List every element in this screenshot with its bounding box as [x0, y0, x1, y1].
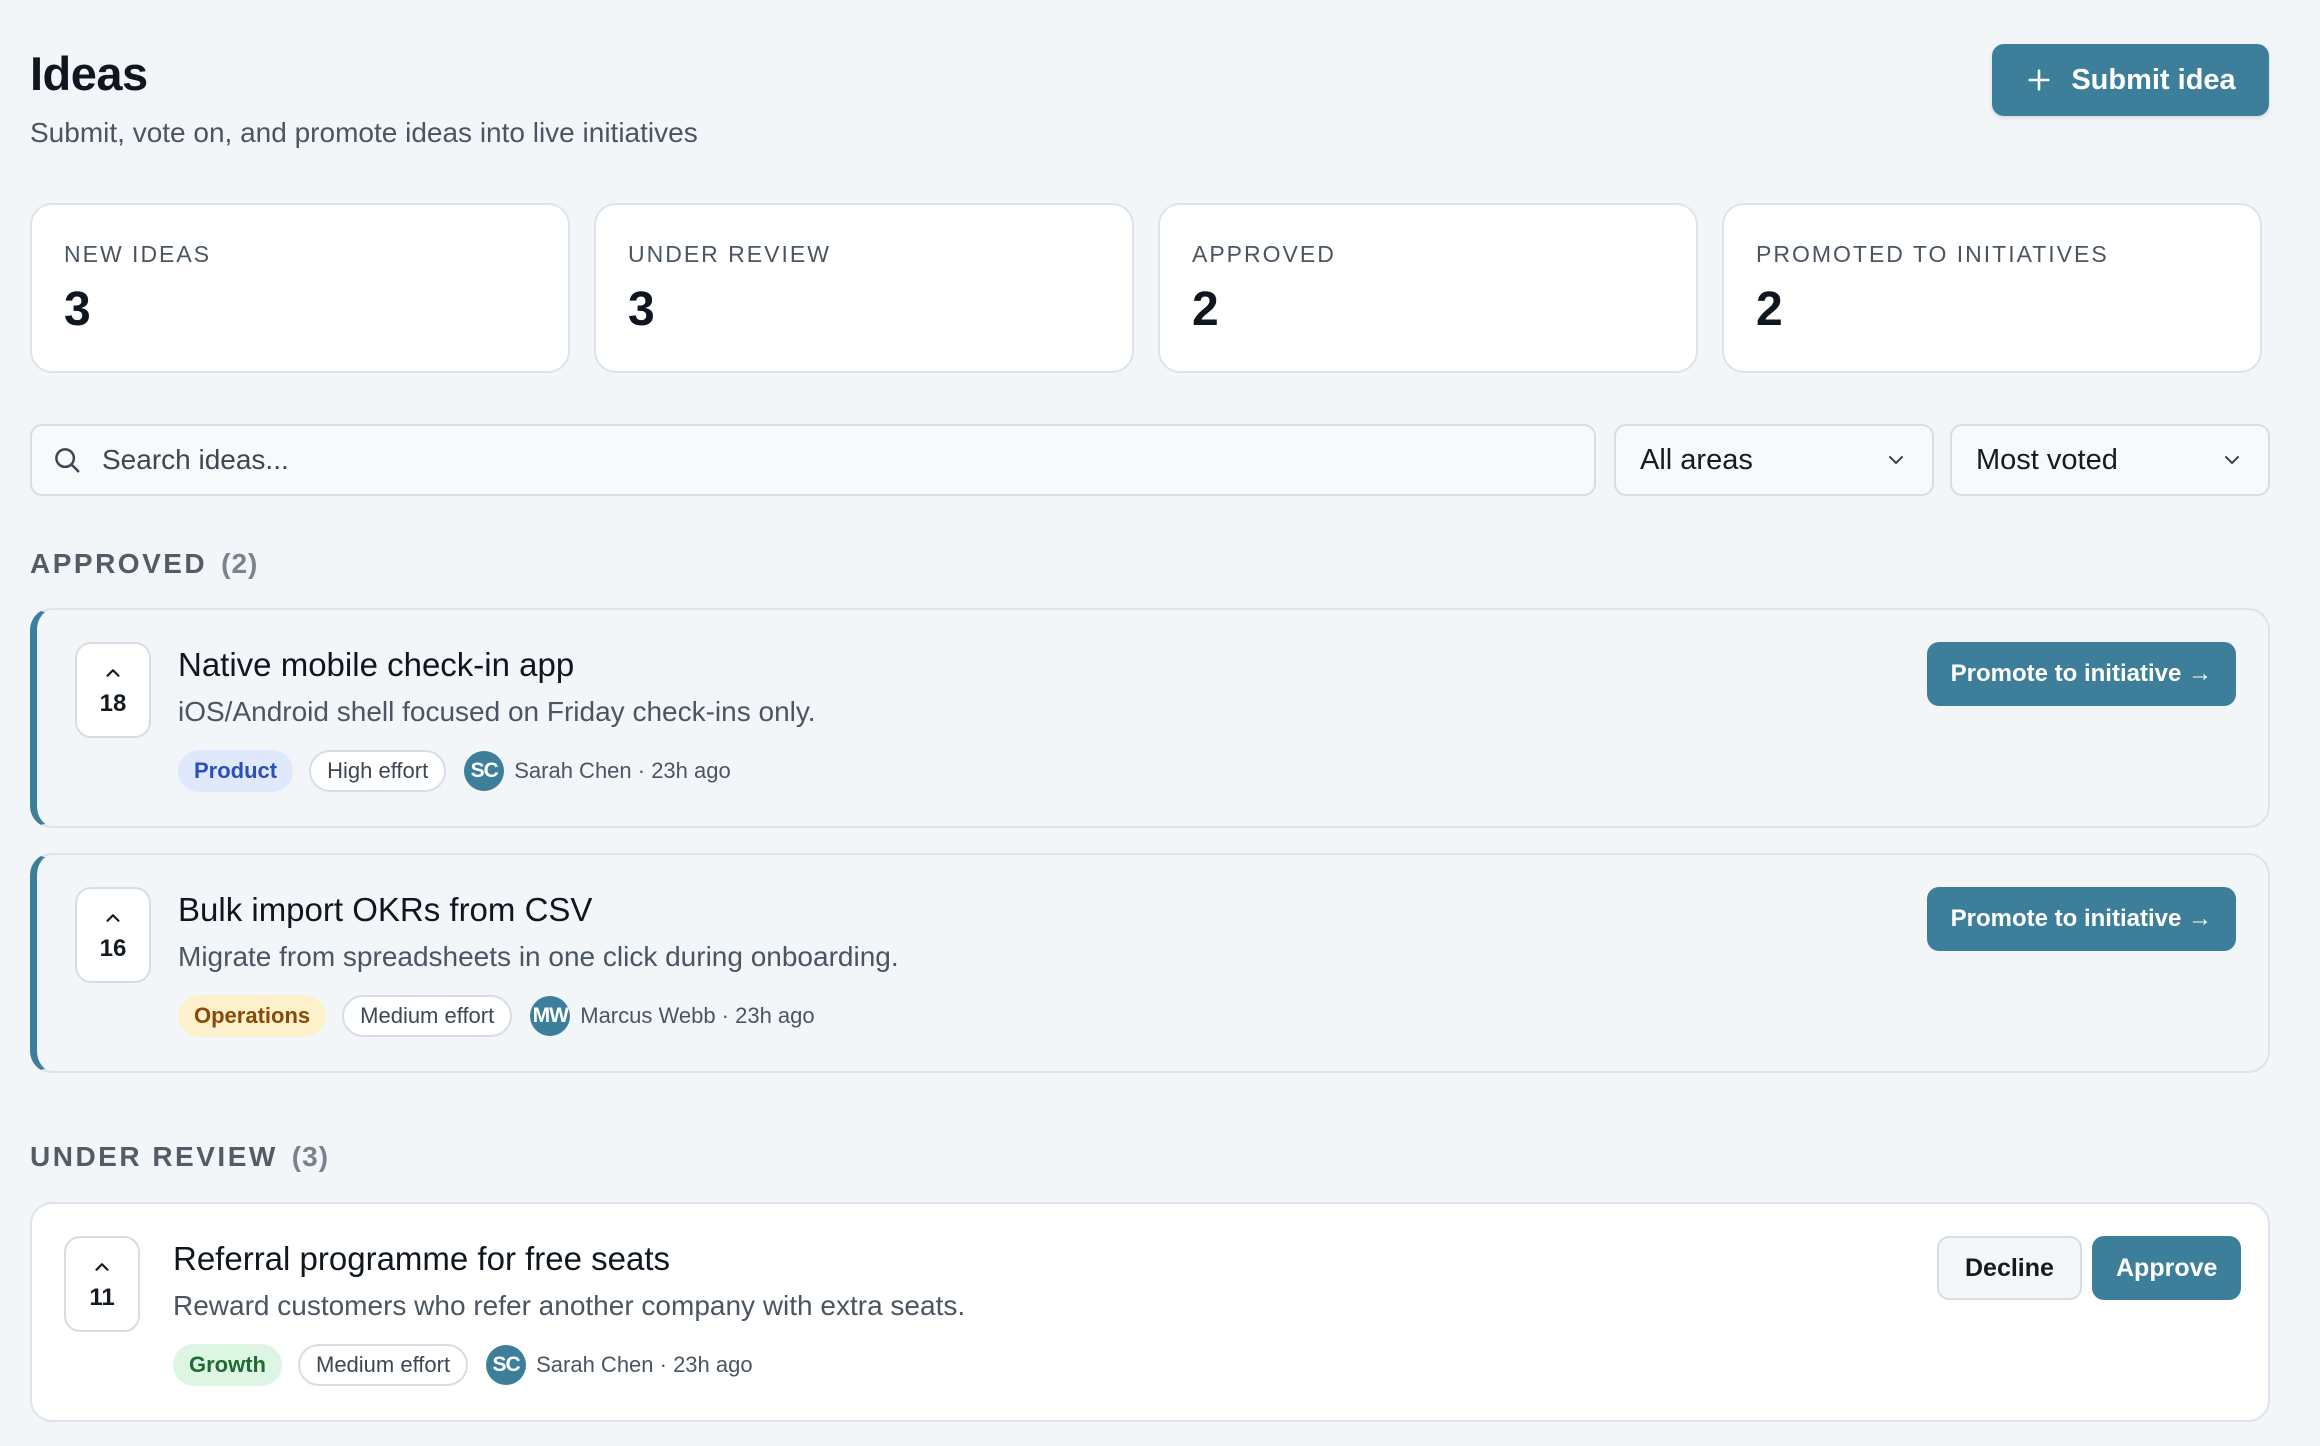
vote-count: 16: [99, 935, 127, 962]
section-count: (2): [221, 548, 259, 579]
decline-button[interactable]: Decline: [1937, 1236, 2082, 1300]
search-icon: [55, 448, 80, 473]
area-tag: Growth: [173, 1344, 282, 1386]
promote-to-initiative-button[interactable]: Promote to initiative →: [1926, 887, 2236, 951]
vote-count: 18: [99, 690, 127, 717]
idea-meta: Product High effort SC Sarah Chen · 23h …: [178, 750, 731, 792]
idea-description: Migrate from spreadsheets in one click d…: [178, 941, 899, 972]
area-tag: Product: [178, 750, 294, 792]
effort-badge: Medium effort: [342, 995, 513, 1037]
stat-label: APPROVED: [1192, 241, 1336, 267]
stat-value: 2: [1192, 283, 1219, 336]
stat-card-approved: APPROVED 2: [1158, 203, 1698, 373]
idea-description: iOS/Android shell focused on Friday chec…: [178, 696, 816, 727]
area-tag: Operations: [178, 995, 327, 1037]
chevron-down-icon: [2225, 456, 2239, 464]
avatar: MW: [530, 996, 571, 1036]
chevron-up-icon: [95, 1263, 109, 1271]
stat-card-under-review: UNDER REVIEW 3: [594, 203, 1134, 373]
effort-badge: Medium effort: [298, 1344, 469, 1386]
chevron-up-icon: [106, 669, 120, 677]
plus-icon: [2028, 69, 2050, 91]
avatar: SC: [464, 751, 505, 791]
section-title: APPROVED: [30, 548, 208, 579]
section-heading-under-review: UNDER REVIEW (3): [30, 1141, 329, 1173]
upvote-button[interactable]: 18: [75, 642, 151, 738]
section-heading-approved: APPROVED (2): [30, 548, 258, 580]
section-count: (3): [291, 1141, 330, 1172]
search-input[interactable]: [100, 443, 1594, 477]
stat-card-new-ideas: NEW IDEAS 3: [30, 203, 570, 373]
search-box: [30, 424, 1596, 496]
submit-idea-label: Submit idea: [2071, 63, 2236, 96]
ideas-page: Ideas Submit, vote on, and promote ideas…: [0, 0, 2320, 1446]
author-meta: Sarah Chen · 23h ago: [514, 758, 731, 783]
author-meta: Sarah Chen · 23h ago: [536, 1352, 753, 1377]
area-select[interactable]: All areas: [1614, 424, 1934, 496]
idea-title: Native mobile check-in app: [178, 646, 575, 683]
idea-card: 16 Bulk import OKRs from CSV Migrate fro…: [30, 853, 2270, 1073]
stat-label: UNDER REVIEW: [628, 241, 831, 267]
sort-select[interactable]: Most voted: [1950, 424, 2270, 496]
upvote-button[interactable]: 11: [64, 1236, 140, 1332]
stat-value: 3: [64, 283, 91, 336]
idea-meta: Operations Medium effort MW Marcus Webb …: [178, 995, 815, 1037]
approve-button[interactable]: Approve: [2092, 1236, 2242, 1300]
area-select-value: All areas: [1640, 443, 1753, 476]
promote-to-initiative-button[interactable]: Promote to initiative →: [1926, 642, 2236, 706]
submit-idea-button[interactable]: Submit idea: [1992, 44, 2269, 116]
author-meta: Marcus Webb · 23h ago: [580, 1003, 815, 1028]
idea-meta: Growth Medium effort SC Sarah Chen · 23h…: [173, 1344, 753, 1386]
stat-label: NEW IDEAS: [64, 241, 212, 267]
stats-row: NEW IDEAS 3 UNDER REVIEW 3 APPROVED 2 PR…: [30, 203, 2262, 373]
stat-value: 2: [1756, 283, 1783, 336]
sort-select-value: Most voted: [1976, 443, 2118, 476]
chevron-down-icon: [1889, 456, 1903, 464]
idea-title: Referral programme for free seats: [173, 1240, 671, 1277]
idea-description: Reward customers who refer another compa…: [173, 1290, 966, 1321]
chevron-up-icon: [106, 914, 120, 922]
vote-count: 11: [89, 1284, 115, 1311]
stat-label: PROMOTED TO INITIATIVES: [1756, 241, 2109, 267]
idea-title: Bulk import OKRs from CSV: [178, 891, 593, 928]
page-title: Ideas: [30, 47, 148, 100]
idea-card: 18 Native mobile check-in app iOS/Androi…: [30, 608, 2270, 828]
effort-badge: High effort: [309, 750, 447, 792]
upvote-button[interactable]: 16: [75, 887, 151, 983]
stat-value: 3: [628, 283, 655, 336]
section-title: UNDER REVIEW: [30, 1141, 278, 1172]
stat-card-promoted: PROMOTED TO INITIATIVES 2: [1722, 203, 2262, 373]
avatar: SC: [486, 1345, 527, 1385]
page-subtitle: Submit, vote on, and promote ideas into …: [30, 117, 698, 148]
idea-card: 11 Referral programme for free seats Rew…: [30, 1202, 2270, 1422]
